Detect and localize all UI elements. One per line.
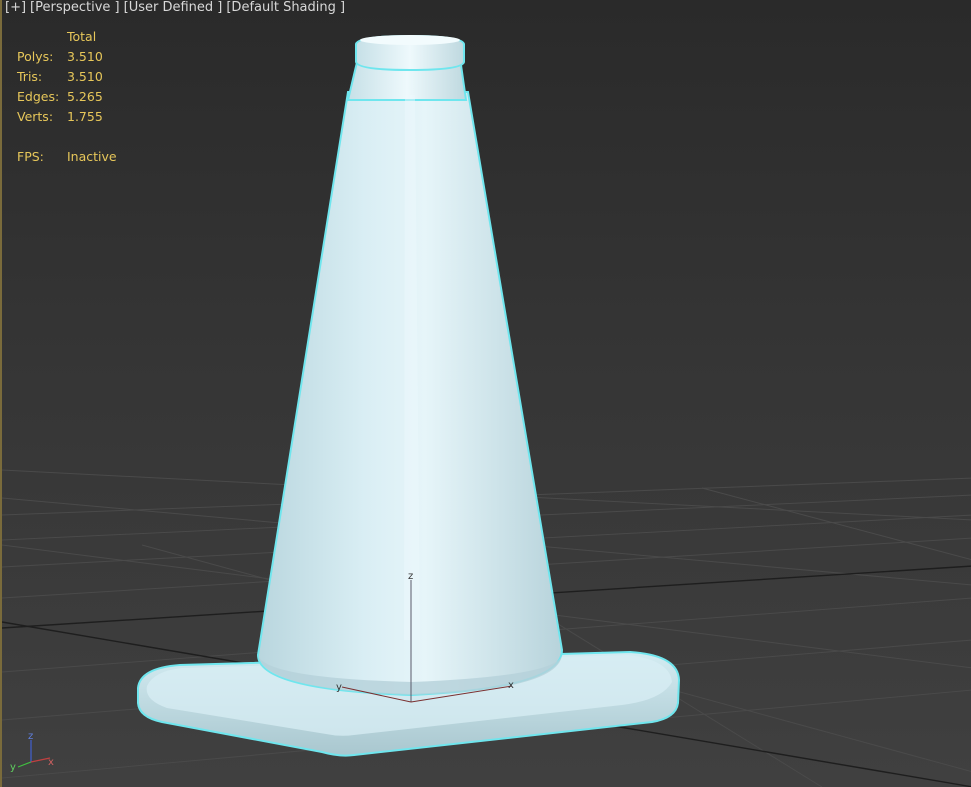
fps-label: FPS: [17,149,44,164]
stats-label: Polys: [17,49,54,64]
gizmo-x-label: x [508,680,514,691]
viewport-general-menu[interactable]: [+] [5,0,26,15]
stats-row-polys: Polys: 3.510 [17,47,127,67]
tripod-y-label: y [10,762,16,773]
stats-value: 3.510 [67,49,103,64]
stats-row-fps: FPS: Inactive [17,147,127,167]
gizmo-y-label: y [336,682,342,693]
viewport-visual-style-preset-menu[interactable]: [User Defined ] [124,0,223,15]
perspective-viewport[interactable]: z y x z y x [+] [Perspective ] [User Def… [0,0,971,787]
stats-label: Verts: [17,109,54,124]
traffic-cone[interactable] [137,34,681,757]
tripod-z-label: z [28,731,33,742]
gizmo-z-label: z [408,571,413,582]
statistics-overlay: Total Polys: 3.510 Tris: 3.510 Edges: 5.… [17,27,127,167]
stats-row-edges: Edges: 5.265 [17,87,127,107]
stats-value: 5.265 [67,89,103,104]
viewport-point-of-view-menu[interactable]: [Perspective ] [30,0,120,15]
world-axis-tripod: z y x [10,731,54,773]
stats-header: Total [67,29,97,44]
stats-value: 1.755 [67,109,103,124]
stats-value: 3.510 [67,69,103,84]
stats-label: Tris: [17,69,43,84]
stats-row-tris: Tris: 3.510 [17,67,127,87]
viewport-shading-menu[interactable]: [Default Shading ] [226,0,345,15]
viewport-label-menu[interactable]: [+] [Perspective ] [User Defined ] [Defa… [5,0,345,15]
stats-label: Edges: [17,89,60,104]
tripod-x-label: x [48,757,54,768]
fps-value: Inactive [67,149,117,164]
stats-row-verts: Verts: 1.755 [17,107,127,127]
scene-canvas[interactable]: z y x z y x [2,0,971,787]
